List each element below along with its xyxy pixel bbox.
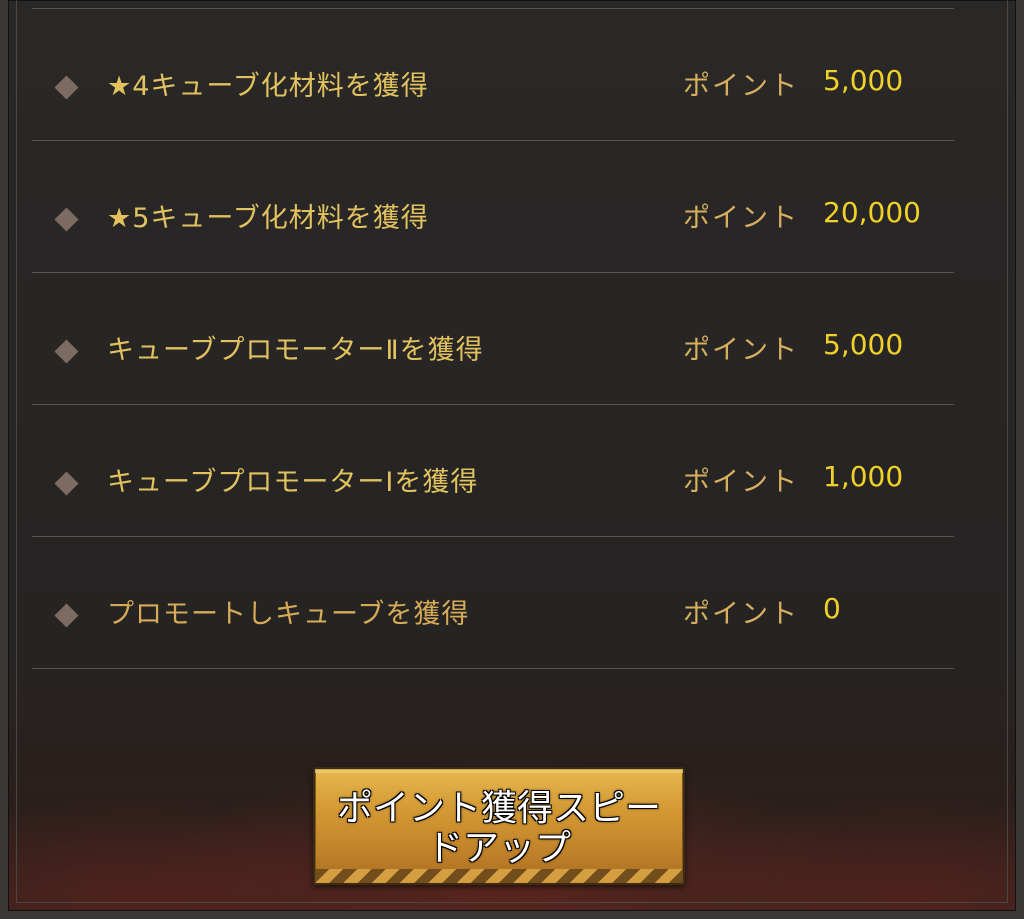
points-value: 1,000	[823, 460, 904, 493]
reward-row: ★4キューブ化材料を獲得 ポイント 5,000	[32, 9, 954, 141]
speed-up-button[interactable]: ポイント獲得スピードアップ	[313, 767, 685, 885]
diamond-bullet-icon	[54, 207, 79, 232]
reward-label: キューブプロモーターⅡを獲得	[107, 335, 484, 366]
speed-up-button-label: ポイント獲得スピードアップ	[336, 788, 661, 869]
points-value: 0	[823, 592, 841, 625]
reward-row: キューブプロモーターⅡを獲得 ポイント 5,000	[32, 273, 954, 405]
reward-row: プロモートしキューブを獲得 ポイント 0	[32, 537, 954, 669]
points-label: ポイント	[683, 335, 799, 366]
reward-label: ★4キューブ化材料を獲得	[107, 71, 429, 102]
points-label: ポイント	[683, 203, 799, 234]
diamond-bullet-icon	[54, 75, 79, 100]
reward-list: ★4キューブ化材料を獲得 ポイント 5,000 ★5キューブ化材料を獲得 ポイン…	[32, 9, 954, 669]
points-label: ポイント	[683, 599, 799, 630]
diamond-bullet-icon	[54, 603, 79, 628]
hazard-stripe	[315, 869, 683, 883]
points-label: ポイント	[683, 71, 799, 102]
points-value: 5,000	[823, 328, 904, 361]
points-value: 5,000	[823, 64, 904, 97]
reward-label: プロモートしキューブを獲得	[107, 599, 470, 630]
reward-label: ★5キューブ化材料を獲得	[107, 203, 429, 234]
points-value: 20,000	[823, 196, 921, 229]
diamond-bullet-icon	[54, 471, 79, 496]
reward-row: ★5キューブ化材料を獲得 ポイント 20,000	[32, 141, 954, 273]
reward-row: キューブプロモーターⅠを獲得 ポイント 1,000	[32, 405, 954, 537]
reward-panel: ★4キューブ化材料を獲得 ポイント 5,000 ★5キューブ化材料を獲得 ポイン…	[0, 0, 1024, 919]
points-label: ポイント	[683, 467, 799, 498]
diamond-bullet-icon	[54, 339, 79, 364]
button-highlight	[315, 769, 683, 773]
reward-label: キューブプロモーターⅠを獲得	[107, 467, 479, 498]
